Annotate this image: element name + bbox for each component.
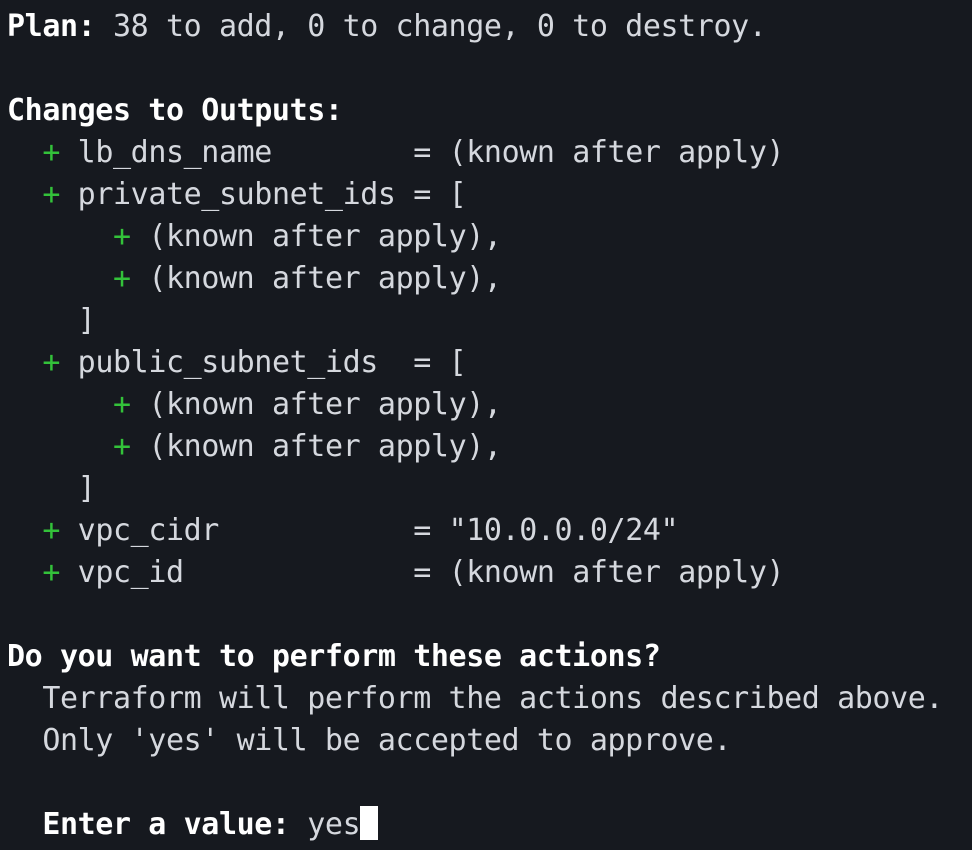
close-bracket-line: ] [7,300,96,342]
plus-icon: + [112,429,131,464]
enter-value-prompt[interactable]: Enter a value: yes [7,804,379,846]
list-item: + (known after apply), [7,216,502,258]
equals-sign: = [413,135,449,170]
list-item-value: (known after apply), [148,261,502,296]
enter-value-label: Enter a value: [7,807,290,842]
close-bracket: ] [77,471,96,506]
list-item: + (known after apply), [7,258,502,300]
list-item: + (known after apply), [7,426,502,468]
plus-icon: + [112,219,131,254]
equals-sign: = [413,345,449,380]
output-name: vpc_id [77,555,184,590]
list-item-value: (known after apply), [148,219,502,254]
equals-sign: = [413,555,449,590]
output-name: public_subnet_ids [77,345,379,380]
outputs-header: Changes to Outputs: [7,93,343,128]
cursor-block-icon [360,806,379,840]
output-vpc-id: + vpc_id = (known after apply) [7,552,784,594]
output-value: (known after apply) [448,135,785,170]
plus-icon: + [112,387,131,422]
prompt-description-line-1: Terraform will perform the actions descr… [7,681,944,716]
output-name: lb_dns_name [77,135,273,170]
plan-summary: 38 to add, 0 to change, 0 to destroy. [95,9,767,44]
list-item-value: (known after apply), [148,387,502,422]
plus-icon: + [112,261,131,296]
plus-icon: + [42,555,60,590]
plus-icon: + [42,135,60,170]
output-value: "10.0.0.0/24" [448,513,679,548]
output-lb-dns-name: + lb_dns_name = (known after apply) [7,132,784,174]
open-bracket: [ [448,345,467,380]
terminal-window: Plan: 38 to add, 0 to change, 0 to destr… [0,0,972,850]
plan-label: Plan: [7,9,96,44]
open-bracket: [ [448,177,467,212]
output-value: (known after apply) [448,555,785,590]
output-vpc-cidr: + vpc_cidr = "10.0.0.0/24" [7,510,678,552]
list-item-value: (known after apply), [148,429,502,464]
output-name: vpc_cidr [77,513,220,548]
plus-icon: + [42,177,60,212]
output-public-subnet-ids: + public_subnet_ids = [ [7,342,466,384]
input-value[interactable]: yes [290,807,360,842]
output-private-subnet-ids: + private_subnet_ids = [ [7,174,466,216]
close-bracket: ] [77,303,96,338]
output-name: private_subnet_ids [77,177,396,212]
prompt-question: Do you want to perform these actions? [7,639,661,674]
prompt-description-line-2: Only 'yes' will be accepted to approve. [7,723,732,758]
close-bracket-line: ] [7,468,96,510]
plan-summary-line: Plan: 38 to add, 0 to change, 0 to destr… [7,6,767,48]
equals-sign: = [413,177,449,212]
equals-sign: = [413,513,449,548]
plus-icon: + [42,345,60,380]
plus-icon: + [42,513,60,548]
list-item: + (known after apply), [7,384,502,426]
